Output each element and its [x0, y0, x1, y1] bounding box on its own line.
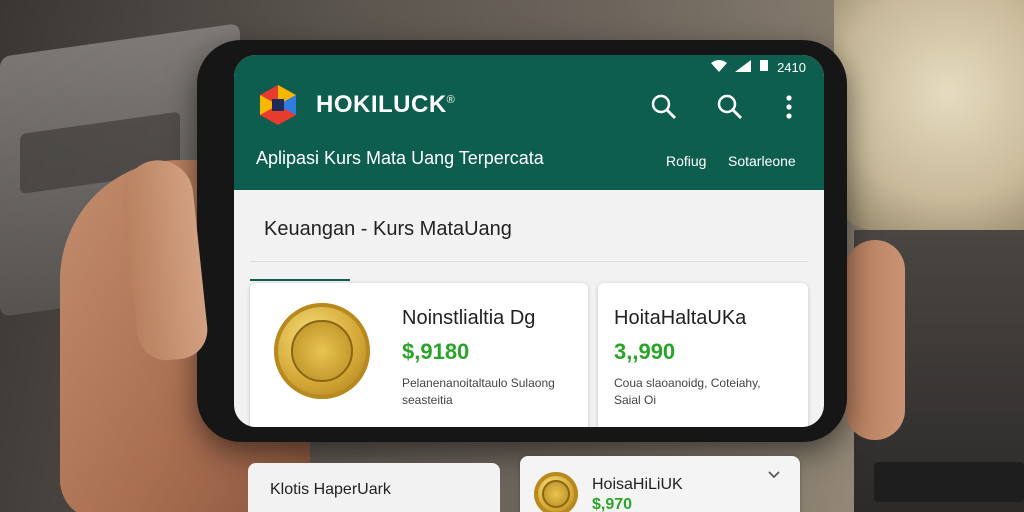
secondary-panel: Klotis HaperUark	[248, 463, 500, 512]
tab-indicator	[250, 279, 350, 281]
section-divider	[250, 261, 808, 262]
app-subtitle: Aplipasi Kurs Mata Uang Terpercata	[256, 148, 544, 168]
more-vert-icon[interactable]	[782, 93, 796, 121]
currency-card[interactable]: Noinstlialtia Dg $,9180 Pelanenanoitalta…	[250, 283, 588, 427]
card-title: Noinstlialtia Dg	[402, 307, 536, 329]
status-bar: 2410	[711, 59, 806, 75]
panel-title: Klotis HaperUark	[270, 481, 391, 498]
section-title: Keuangan - Kurs MataUang	[264, 218, 512, 240]
status-time: 2410	[777, 59, 806, 75]
secondary-card[interactable]: HoisaHiLiUK $,970	[520, 456, 800, 512]
wifi-icon	[711, 59, 728, 75]
card-description: Coua slaoanoidg, Coteiahy, Saial Oi	[614, 376, 761, 407]
background-lamp	[834, 0, 1024, 230]
signal-icon	[735, 59, 752, 75]
hand-fingers	[845, 240, 905, 440]
card-value: $,9180	[402, 339, 470, 364]
header-link-2[interactable]: Sotarleone	[728, 153, 796, 169]
currency-card[interactable]: HoitaHaltaUKa 3,,990 Coua slaoanoidg, Co…	[598, 283, 808, 427]
card-value: $,970	[592, 496, 633, 512]
card-value: 3,,990	[614, 339, 676, 364]
gold-coin-image	[274, 303, 370, 399]
card-title: HoisaHiLiUK	[592, 476, 683, 493]
app-bar: 2410 HOKILUCK® Aplipasi Kurs Mata Uang T…	[234, 55, 824, 190]
header-link-1[interactable]: Rofiug	[666, 153, 706, 169]
card-title: HoitaHaltaUKa	[614, 307, 747, 329]
search-icon[interactable]	[650, 93, 678, 121]
phone-screen: 2410 HOKILUCK® Aplipasi Kurs Mata Uang T…	[234, 55, 824, 427]
chevron-down-icon[interactable]	[768, 468, 780, 482]
app-logo	[256, 83, 300, 127]
search-icon[interactable]	[716, 93, 744, 121]
card-description: Pelanenanoitaltaulo Sulaong seasteitia	[402, 376, 555, 407]
gold-coin-image	[534, 472, 578, 512]
battery-icon	[759, 59, 769, 75]
brand-name: HOKILUCK®	[316, 91, 456, 118]
